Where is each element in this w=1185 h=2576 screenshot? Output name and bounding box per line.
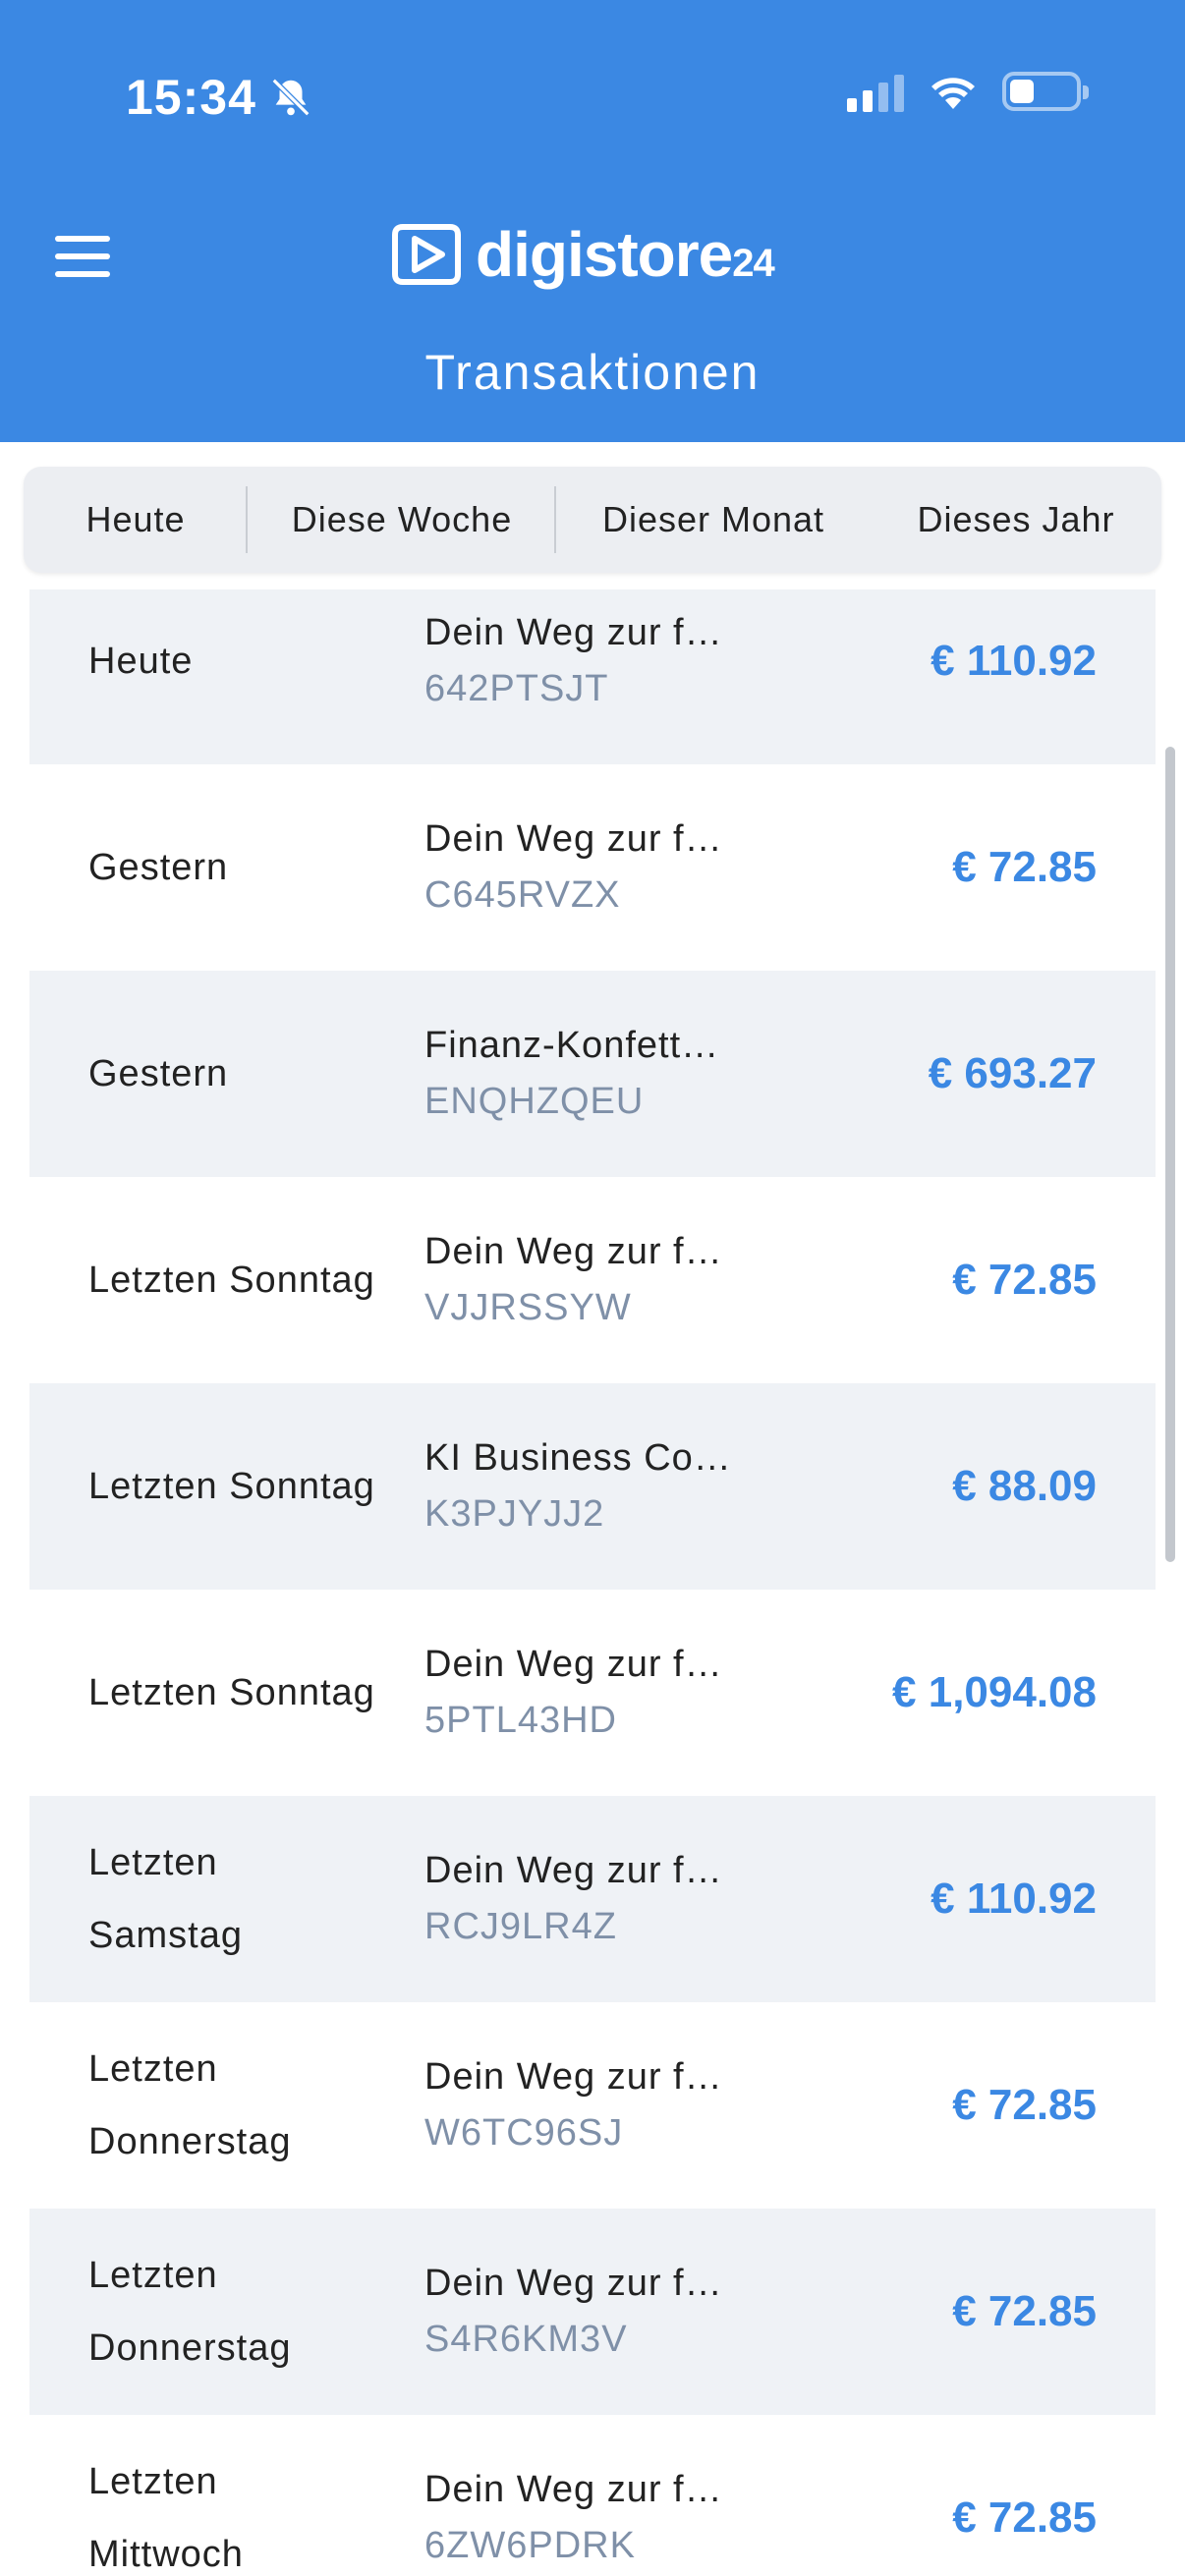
tab-dieses-jahr[interactable]: Dieses Jahr — [871, 467, 1161, 573]
transaction-date: Letzten Mittwoch — [88, 2461, 244, 2575]
product-name: Dein Weg zur f… — [424, 1231, 723, 1272]
transaction-amount: € 72.85 — [952, 2287, 1097, 2335]
transaction-date: Letzten Sonntag — [88, 1466, 375, 1507]
product-name: Dein Weg zur f… — [424, 2263, 723, 2304]
transaction-amount: € 110.92 — [931, 637, 1097, 685]
order-id: ENQHZQEU — [424, 1081, 645, 1122]
order-id: S4R6KM3V — [424, 2319, 628, 2360]
table-row[interactable]: Letzten Donnerstag Dein Weg zur f… S4R6K… — [29, 2209, 1156, 2415]
table-row[interactable]: Heute Dein Weg zur f… 642PTSJT € 110.92 — [29, 589, 1156, 764]
product-name: Dein Weg zur f… — [424, 2056, 723, 2098]
transaction-amount: € 72.85 — [952, 2493, 1097, 2542]
table-row[interactable]: Gestern Finanz-Konfett… ENQHZQEU € 693.2… — [29, 971, 1156, 1177]
menu-button[interactable] — [55, 236, 110, 283]
transaction-amount: € 1,094.08 — [892, 1668, 1097, 1716]
table-row[interactable]: Letzten Sonntag Dein Weg zur f… VJJRSSYW… — [29, 1177, 1156, 1383]
transaction-date: Heute — [88, 641, 194, 682]
order-id: VJJRSSYW — [424, 1287, 632, 1328]
table-row[interactable]: Letzten Mittwoch Dein Weg zur f… 6ZW6PDR… — [29, 2415, 1156, 2576]
wifi-icon — [931, 78, 975, 109]
tab-heute[interactable]: Heute — [24, 467, 248, 573]
table-row[interactable]: Letzten Sonntag KI Business Co… K3PJYJJ2… — [29, 1383, 1156, 1590]
order-id: RCJ9LR4Z — [424, 1906, 617, 1947]
period-tabs: Heute Diese Woche Dieser Monat Dieses Ja… — [24, 467, 1161, 573]
transaction-date: Gestern — [88, 847, 229, 888]
order-id: C645RVZX — [424, 874, 621, 916]
status-icons — [847, 71, 1089, 112]
app-header: 15:34 digistore24 Transaktionen — [0, 0, 1185, 442]
transaction-date: Letzten Sonntag — [88, 1260, 375, 1301]
table-row[interactable]: Gestern Dein Weg zur f… C645RVZX € 72.85 — [29, 764, 1156, 971]
transaction-date: Letzten Sonntag — [88, 1672, 375, 1713]
table-row[interactable]: Letzten Donnerstag Dein Weg zur f… W6TC9… — [29, 2002, 1156, 2209]
product-name: Dein Weg zur f… — [424, 1850, 723, 1891]
transaction-amount: € 72.85 — [952, 2081, 1097, 2129]
product-name: Dein Weg zur f… — [424, 612, 723, 653]
transaction-date: Gestern — [88, 1053, 229, 1094]
page-title: Transaktionen — [424, 345, 761, 400]
product-name: Dein Weg zur f… — [424, 1644, 723, 1685]
transaction-date: Letzten Donnerstag — [88, 2048, 292, 2162]
transaction-date: Letzten Samstag — [88, 1842, 243, 1956]
app-logo: digistore24 — [391, 218, 775, 291]
transaction-list[interactable]: Heute Dein Weg zur f… 642PTSJT € 110.92 … — [29, 589, 1156, 2576]
product-name: Dein Weg zur f… — [424, 2469, 723, 2510]
transaction-amount: € 72.85 — [952, 843, 1097, 891]
product-name: KI Business Co… — [424, 1437, 732, 1479]
order-id: W6TC96SJ — [424, 2112, 624, 2154]
tab-diese-woche[interactable]: Diese Woche — [248, 467, 556, 573]
signal-icon — [847, 71, 904, 112]
transaction-date: Letzten Donnerstag — [88, 2255, 292, 2369]
transaction-amount: € 110.92 — [931, 1875, 1097, 1923]
transaction-amount: € 88.09 — [952, 1462, 1097, 1510]
table-row[interactable]: Letzten Sonntag Dein Weg zur f… 5PTL43HD… — [29, 1590, 1156, 1796]
table-row[interactable]: Letzten Samstag Dein Weg zur f… RCJ9LR4Z… — [29, 1796, 1156, 2002]
product-name: Dein Weg zur f… — [424, 818, 723, 860]
order-id: 6ZW6PDRK — [424, 2525, 636, 2566]
order-id: 642PTSJT — [424, 668, 609, 709]
order-id: 5PTL43HD — [424, 1700, 617, 1741]
battery-icon — [1002, 72, 1089, 111]
logo-icon — [392, 224, 461, 285]
status-time: 15:34 — [126, 69, 313, 126]
transaction-amount: € 72.85 — [952, 1256, 1097, 1304]
transaction-amount: € 693.27 — [928, 1049, 1097, 1097]
tab-dieser-monat[interactable]: Dieser Monat — [556, 467, 871, 573]
order-id: K3PJYJJ2 — [424, 1493, 605, 1535]
product-name: Finanz-Konfett… — [424, 1025, 720, 1066]
scrollbar[interactable] — [1165, 747, 1175, 1562]
bell-off-icon — [271, 78, 310, 117]
